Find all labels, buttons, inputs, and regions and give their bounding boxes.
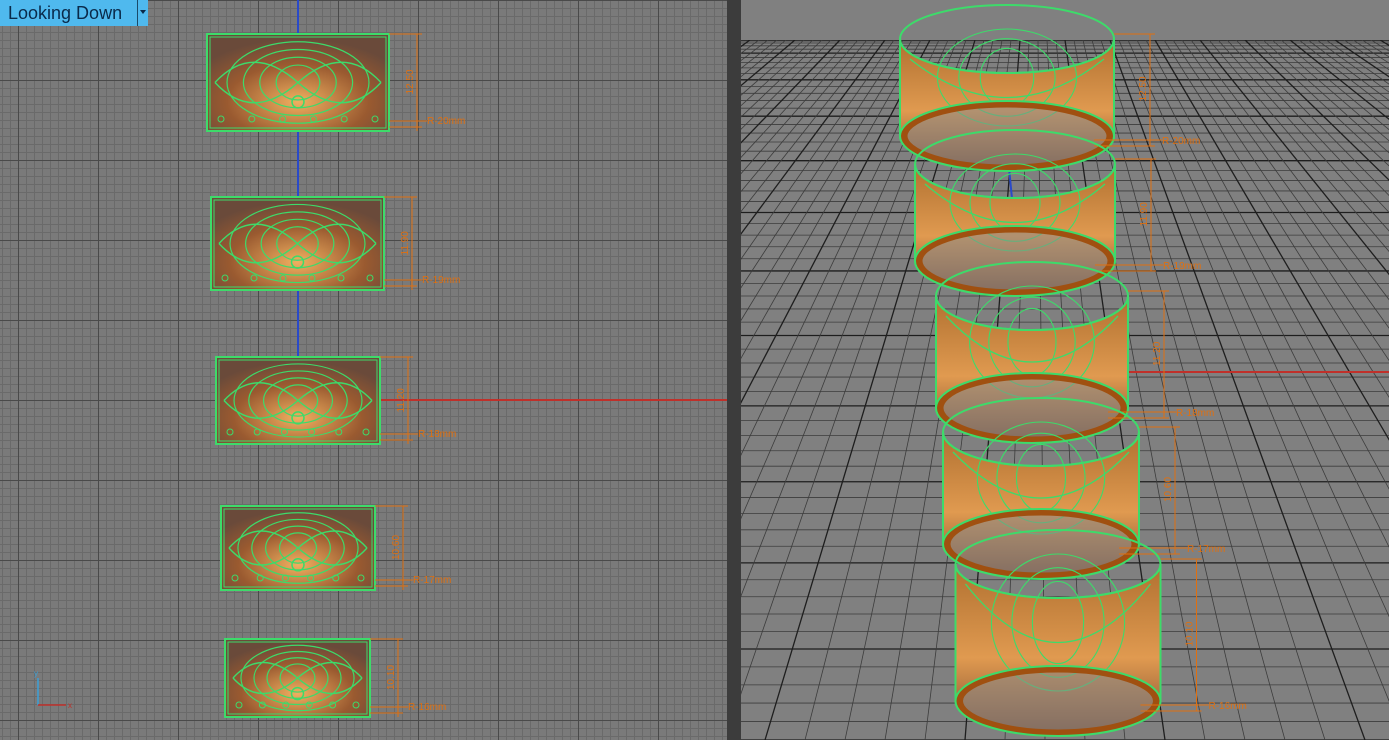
ring-top-1[interactable]	[206, 33, 390, 132]
view-name-label[interactable]: Looking Down	[0, 0, 138, 26]
dimension-top-4: 10.60 R-17mm	[375, 505, 451, 590]
ring-radius-label: R-17mm	[1187, 544, 1225, 555]
ring-radius-label: R-19mm	[1163, 261, 1201, 272]
ring-radius-label: R-16mm	[1209, 701, 1247, 712]
ring-top-4[interactable]	[220, 505, 376, 591]
ring-radius-label: R-18mm	[1176, 408, 1214, 419]
ring-height-label: 10.10	[386, 665, 397, 690]
ring-height-label: 11.20	[396, 388, 407, 413]
ring-radius-label: R-17mm	[413, 575, 451, 586]
ring-height-label: 10.10	[1185, 621, 1196, 646]
ring-height-label: 11.20	[1152, 341, 1163, 366]
top-viewport-canvas: 12.50 R-20mm 11.90 R-19mm 11.20 R-18mm 10.60 R-…	[34, 0, 727, 718]
viewport-divider[interactable]	[727, 0, 741, 740]
dimension-top-1: 12.50 R-20mm	[389, 33, 465, 131]
view-dropdown-icon[interactable]	[137, 0, 148, 26]
ring-radius-label: R-19mm	[422, 275, 460, 286]
ring-radius-label: R-20mm	[1162, 136, 1200, 147]
ring-height-label: 12.50	[1138, 76, 1149, 101]
top-viewport[interactable]: 12.50 R-20mm 11.90 R-19mm 11.20 R-18mm 10.60 R-…	[0, 0, 727, 740]
axis-gizmo-icon: y x	[34, 669, 72, 710]
ring-top-3[interactable]	[215, 356, 381, 445]
ring-radius-label: R-16mm	[408, 702, 446, 713]
ring-height-label: 11.90	[1139, 202, 1150, 227]
dimension-top-5: 10.10 R-16mm	[370, 638, 446, 717]
ring-radius-label: R-18mm	[418, 429, 456, 440]
ring-radius-label: R-20mm	[427, 116, 465, 127]
perspective-viewport[interactable]: 12.50 R-20mm 11.90 R-19mm 11.20 R-18mm 10.60 R-…	[741, 0, 1389, 740]
gizmo-y-label: y	[34, 669, 38, 678]
dimension-top-2: 11.90 R-19mm	[384, 196, 460, 290]
ring-height-label: 11.90	[400, 231, 411, 256]
gizmo-x-label: x	[68, 701, 72, 710]
ring-height-label: 10.60	[391, 535, 402, 560]
ring-top-2[interactable]	[210, 196, 385, 291]
ring-height-label: 12.50	[405, 69, 416, 94]
perspective-viewport-canvas: 12.50 R-20mm 11.90 R-19mm 11.20 R-18mm 10.60 R-…	[741, 0, 1389, 740]
ring-height-label: 10.60	[1163, 477, 1174, 502]
ring-top-5[interactable]	[224, 638, 371, 718]
